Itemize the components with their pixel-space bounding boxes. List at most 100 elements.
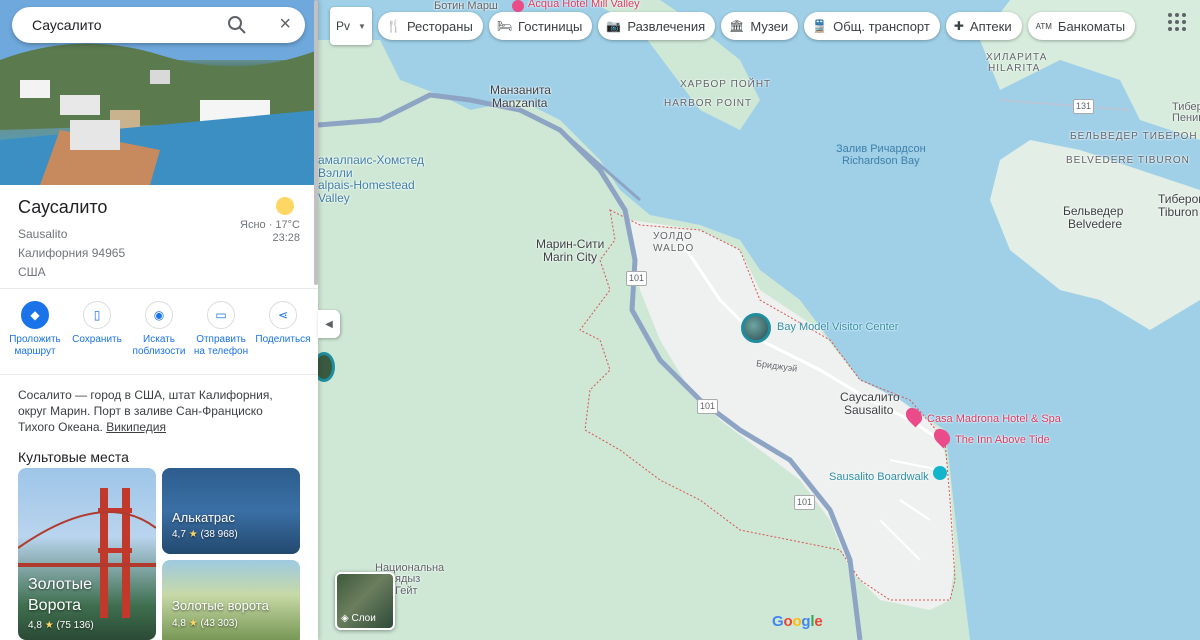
place-hero-photo[interactable]: Саусалито × <box>0 0 318 185</box>
map-label-inn-above-tide[interactable]: The Inn Above Tide <box>955 434 1050 447</box>
chip-pharmacies[interactable]: ✚ Аптеки <box>945 12 1022 40</box>
hwy-101-shield: 101 <box>626 271 648 286</box>
map-label-belvedere-en: Belvedere <box>1068 217 1123 231</box>
search-icon[interactable] <box>227 15 247 38</box>
layers-label: ◈ Слои <box>341 613 376 624</box>
bookmark-icon: ▯ <box>83 301 111 329</box>
hwy-101-shield-2: 101 <box>697 399 719 414</box>
apps-grid-icon[interactable] <box>1165 10 1189 34</box>
landmark-card[interactable]: Золотые ворота 4,8 ★ (43 303) <box>162 560 300 640</box>
map-label-national-3: Гейт <box>395 585 418 597</box>
chip-hotels[interactable]: 🛏 Гостиницы <box>488 12 593 40</box>
map-label-marin-en: Marin City <box>543 250 598 264</box>
action-label: Поделиться <box>255 334 311 345</box>
landmark-name: Алькатрас <box>172 510 235 525</box>
chip-label: Гостиницы <box>518 18 583 34</box>
input-method-button[interactable]: Рv ▼ <box>330 7 372 45</box>
search-input-value: Саусалито <box>32 17 102 33</box>
chip-label: Аптеки <box>969 18 1012 34</box>
landmark-card[interactable]: Алькатрас 4,7 ★ (38 968) <box>162 468 300 554</box>
star-icon: ★ <box>188 529 198 540</box>
chevron-left-icon: ◀ <box>325 318 333 330</box>
save-button[interactable]: ▯ Сохранить <box>68 301 126 364</box>
place-description: Сосалито — город в США, штат Калифорния,… <box>0 375 318 435</box>
landmark-rating: 4,8 ★ (43 303) <box>172 618 238 629</box>
nearby-icon: ◉ <box>145 301 173 329</box>
bay-model-photo-marker-icon[interactable] <box>741 313 771 343</box>
input-method-label: Рv <box>336 19 351 33</box>
send-to-phone-icon: ▭ <box>207 301 235 329</box>
share-icon: ⋖ <box>269 301 297 329</box>
map-label-harbor-en: HARBOR POINT <box>664 98 753 109</box>
chip-entertainment[interactable]: 📷 Развлечения <box>598 12 716 40</box>
category-chips: Рv ▼ 🍴 Рестораны 🛏 Гостиницы 📷 Развлечен… <box>330 7 1136 45</box>
atm-icon: ATM <box>1035 21 1052 31</box>
chip-restaurants[interactable]: 🍴 Рестораны <box>378 12 483 40</box>
landmark-name: Золотые ворота <box>172 598 269 613</box>
rating-value: 4,8 <box>28 620 42 631</box>
collapse-panel-button[interactable]: ◀ <box>318 310 340 338</box>
share-button[interactable]: ⋖ Поделиться <box>254 301 312 364</box>
place-country: США <box>18 265 46 279</box>
review-count: (43 303) <box>200 618 238 629</box>
local-time: 23:28 <box>272 232 300 244</box>
map-label-manzanita-en: Manzanita <box>492 96 548 110</box>
review-count: (38 968) <box>200 529 238 540</box>
chip-transit[interactable]: 🚆 Общ. транспорт <box>804 12 940 40</box>
chevron-down-icon: ▼ <box>358 21 366 31</box>
map-label-tiburon-en: Tiburon <box>1158 205 1199 219</box>
hotel-icon: 🛏 <box>496 19 513 33</box>
layers-text: Слои <box>351 613 376 624</box>
attraction-pin-icon[interactable] <box>933 466 947 480</box>
chip-label: Рестораны <box>406 18 473 34</box>
landmarks-grid: Золотые Ворота 4,8 ★ (75 136) Алькатрас … <box>18 468 300 640</box>
landmarks-title: Культовые места <box>18 449 129 465</box>
map-label-boardwalk[interactable]: Sausalito Boardwalk <box>829 471 929 484</box>
wikipedia-link[interactable]: Википедия <box>106 420 166 434</box>
restaurant-icon: 🍴 <box>386 19 401 33</box>
action-label: Отправить на телефон <box>193 334 249 357</box>
directions-button[interactable]: ◆ Проложить маршрут <box>6 301 64 364</box>
hwy-101-shield-3: 101 <box>794 495 816 510</box>
chip-museums[interactable]: 🏛 Музеи <box>721 12 799 40</box>
sunny-weather-icon <box>276 197 294 215</box>
panel-scrollbar[interactable] <box>314 0 318 285</box>
landmark-card[interactable]: Золотые Ворота 4,8 ★ (75 136) <box>18 468 156 640</box>
landmark-name: Золотые Ворота <box>28 576 92 614</box>
chip-label: Общ. транспорт <box>833 18 930 34</box>
directions-icon: ◆ <box>21 301 49 329</box>
pharmacy-icon: ✚ <box>953 19 964 33</box>
map-label-bay-model[interactable]: Bay Model Visitor Center <box>777 321 898 334</box>
landmark-rating: 4,7 ★ (38 968) <box>172 529 238 540</box>
action-label: Искать поблизости <box>132 334 186 357</box>
send-to-phone-button[interactable]: ▭ Отправить на телефон <box>192 301 250 364</box>
chip-label: Музеи <box>750 18 789 34</box>
chip-atms[interactable]: ATM Банкоматы <box>1027 12 1136 40</box>
star-icon: ★ <box>44 620 54 631</box>
review-count: (75 136) <box>56 620 94 631</box>
map-label-belv-tib-en: BELVEDERE TIBURON <box>1066 155 1190 166</box>
camera-icon: 📷 <box>606 19 622 33</box>
chip-label: Банкоматы <box>1057 18 1126 34</box>
rating-value: 4,7 <box>172 529 186 540</box>
map-label-belv-tib-ru: БЕЛЬВЕДЕР ТИБЕРОН <box>1070 131 1198 142</box>
search-input[interactable]: Саусалито × <box>12 7 305 43</box>
nearby-button[interactable]: ◉ Искать поблизости <box>130 301 188 364</box>
chip-label: Развлечения <box>627 18 706 34</box>
map-label-waldo-en: WALDO <box>653 243 695 254</box>
close-icon[interactable]: × <box>279 14 291 34</box>
map-label-richardson-en: Richardson Bay <box>842 155 920 167</box>
map-label-homestead-en: alpais-Homestead Valley <box>318 178 415 205</box>
action-label: Проложить маршрут <box>9 334 61 357</box>
place-header: Саусалито Sausalito Калифорния 94965 США… <box>0 185 318 289</box>
hwy-131-shield: 131 <box>1073 99 1095 114</box>
place-actions: ◆ Проложить маршрут ▯ Сохранить ◉ Искать… <box>0 289 318 375</box>
google-logo: Google <box>772 613 823 630</box>
rating-value: 4,8 <box>172 618 186 629</box>
layers-button[interactable]: ◈ Слои <box>335 572 395 630</box>
map-label-casa-madrona[interactable]: Casa Madrona Hotel & Spa <box>927 413 1061 426</box>
map-label-sausalito-en: Sausalito <box>844 403 894 417</box>
map-label-hilarita-en: HILARITA <box>988 63 1041 74</box>
transit-icon: 🚆 <box>812 19 828 33</box>
place-region: Калифорния 94965 <box>18 246 126 260</box>
